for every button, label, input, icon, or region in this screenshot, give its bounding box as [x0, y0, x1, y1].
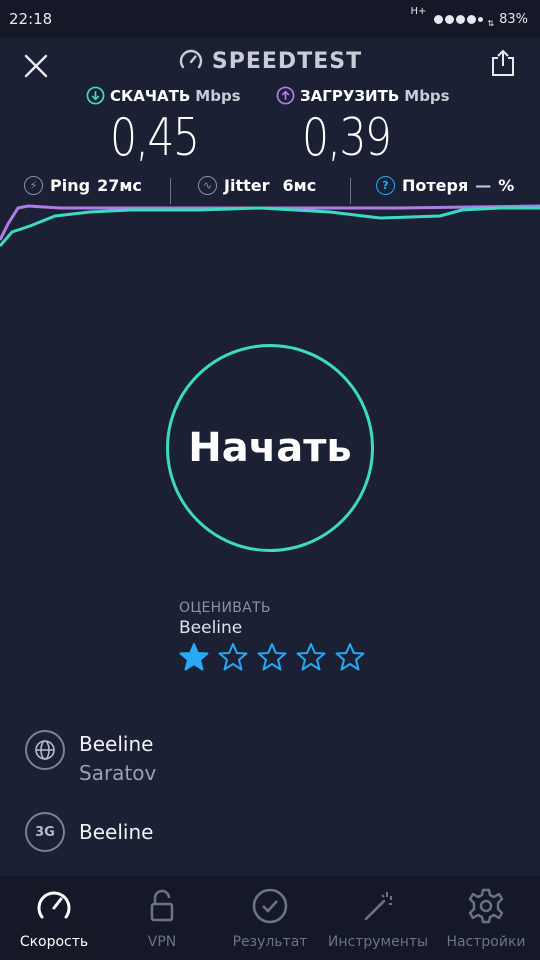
- speedtest-screen: 22:18 H+ ⇅ 83% SPEEDTEST СКАЧАТЬ Mbps ЗА…: [0, 0, 540, 960]
- loss-metric[interactable]: ? Потеря — %: [376, 176, 514, 195]
- status-bar: 22:18 H+ ⇅ 83%: [0, 0, 540, 38]
- upload-unit: Mbps: [404, 86, 450, 105]
- jitter-label: Jitter: [224, 176, 270, 195]
- upload-arrow-icon: [276, 86, 295, 105]
- jitter-icon: ∿: [198, 176, 217, 195]
- speedometer-icon: [37, 891, 71, 919]
- help-icon[interactable]: ?: [376, 176, 395, 195]
- nav-speed[interactable]: Скорость: [0, 876, 108, 960]
- share-icon: [492, 49, 514, 76]
- lock-icon: [150, 889, 174, 922]
- nav-tools-label: Инструменты: [327, 934, 429, 950]
- gear-icon: [468, 888, 504, 924]
- signal-icon: [434, 14, 484, 24]
- speed-graph: [0, 204, 540, 247]
- ping-value: 27мс: [97, 176, 142, 195]
- loss-unit: %: [498, 176, 515, 195]
- rating-title: ОЦЕНИВАТЬ: [179, 600, 271, 616]
- star-outline-icon[interactable]: [296, 642, 326, 672]
- start-button[interactable]: Начать: [166, 344, 374, 552]
- star-outline-icon[interactable]: [257, 642, 287, 672]
- nav-vpn[interactable]: VPN: [108, 876, 216, 960]
- nav-tools[interactable]: Инструменты: [324, 876, 432, 960]
- rating-section: ОЦЕНИВАТЬ Beeline: [179, 600, 365, 672]
- download-label-text: СКАЧАТЬ: [110, 86, 191, 105]
- nav-speed-label: Скорость: [19, 934, 89, 950]
- download-unit: Mbps: [195, 86, 241, 105]
- network-text: Beeline: [79, 812, 153, 852]
- nav-settings-label: Настройки: [446, 934, 526, 950]
- status-time: 22:18: [9, 10, 53, 28]
- nav-results-label: Результат: [232, 934, 308, 950]
- upload-label-text: ЗАГРУЗИТЬ: [300, 86, 400, 105]
- magic-wand-icon: [364, 892, 392, 921]
- network-type: H+: [410, 5, 427, 17]
- share-button[interactable]: [488, 48, 518, 78]
- upload-speed-value: 0,39: [302, 108, 392, 168]
- loss-label: Потеря: [402, 176, 469, 195]
- isp-location: Saratov: [79, 761, 157, 785]
- rating-provider: Beeline: [179, 618, 243, 638]
- download-graph-line: [0, 206, 540, 247]
- star-outline-icon[interactable]: [218, 642, 248, 672]
- download-arrow-icon: [86, 86, 105, 105]
- check-circle-icon: [252, 888, 288, 924]
- nav-results[interactable]: Результат: [216, 876, 324, 960]
- jitter-value: 6мс: [282, 176, 317, 195]
- start-button-label: Начать: [188, 425, 352, 471]
- globe-icon: [25, 730, 65, 770]
- jitter-metric: ∿ Jitter 6мс: [198, 176, 316, 195]
- app-title: SPEEDTEST: [211, 48, 363, 74]
- brand: SPEEDTEST: [0, 48, 540, 74]
- upload-label: ЗАГРУЗИТЬ Mbps: [276, 86, 450, 105]
- ping-icon: ⚡: [24, 176, 43, 195]
- loss-value: —: [475, 176, 492, 195]
- download-label: СКАЧАТЬ Mbps: [86, 86, 241, 105]
- ping-label: Ping: [50, 176, 91, 195]
- star-filled-icon[interactable]: [179, 642, 209, 672]
- battery-level: 83%: [499, 11, 528, 27]
- star-outline-icon[interactable]: [335, 642, 365, 672]
- speedtest-logo-icon: [179, 49, 203, 69]
- nav-settings[interactable]: Настройки: [432, 876, 540, 960]
- app-header: SPEEDTEST: [0, 38, 540, 86]
- data-arrows-icon: ⇅: [487, 18, 494, 28]
- network-info[interactable]: 3G Beeline: [25, 812, 153, 852]
- rating-stars: [179, 642, 365, 672]
- isp-info[interactable]: Beeline Saratov: [25, 730, 156, 788]
- ping-metric: ⚡ Ping 27мс: [24, 176, 142, 195]
- network-name: Beeline: [79, 820, 154, 844]
- download-speed-value: 0,45: [110, 108, 200, 168]
- nav-vpn-label: VPN: [147, 934, 177, 950]
- bottom-navigation: Скорость VPN Результат Инструменты Настр…: [0, 876, 540, 960]
- status-right: H+ ⇅ 83%: [410, 6, 528, 28]
- isp-text: Beeline Saratov: [79, 730, 156, 788]
- isp-name: Beeline: [79, 732, 154, 756]
- network-badge: 3G: [25, 812, 65, 852]
